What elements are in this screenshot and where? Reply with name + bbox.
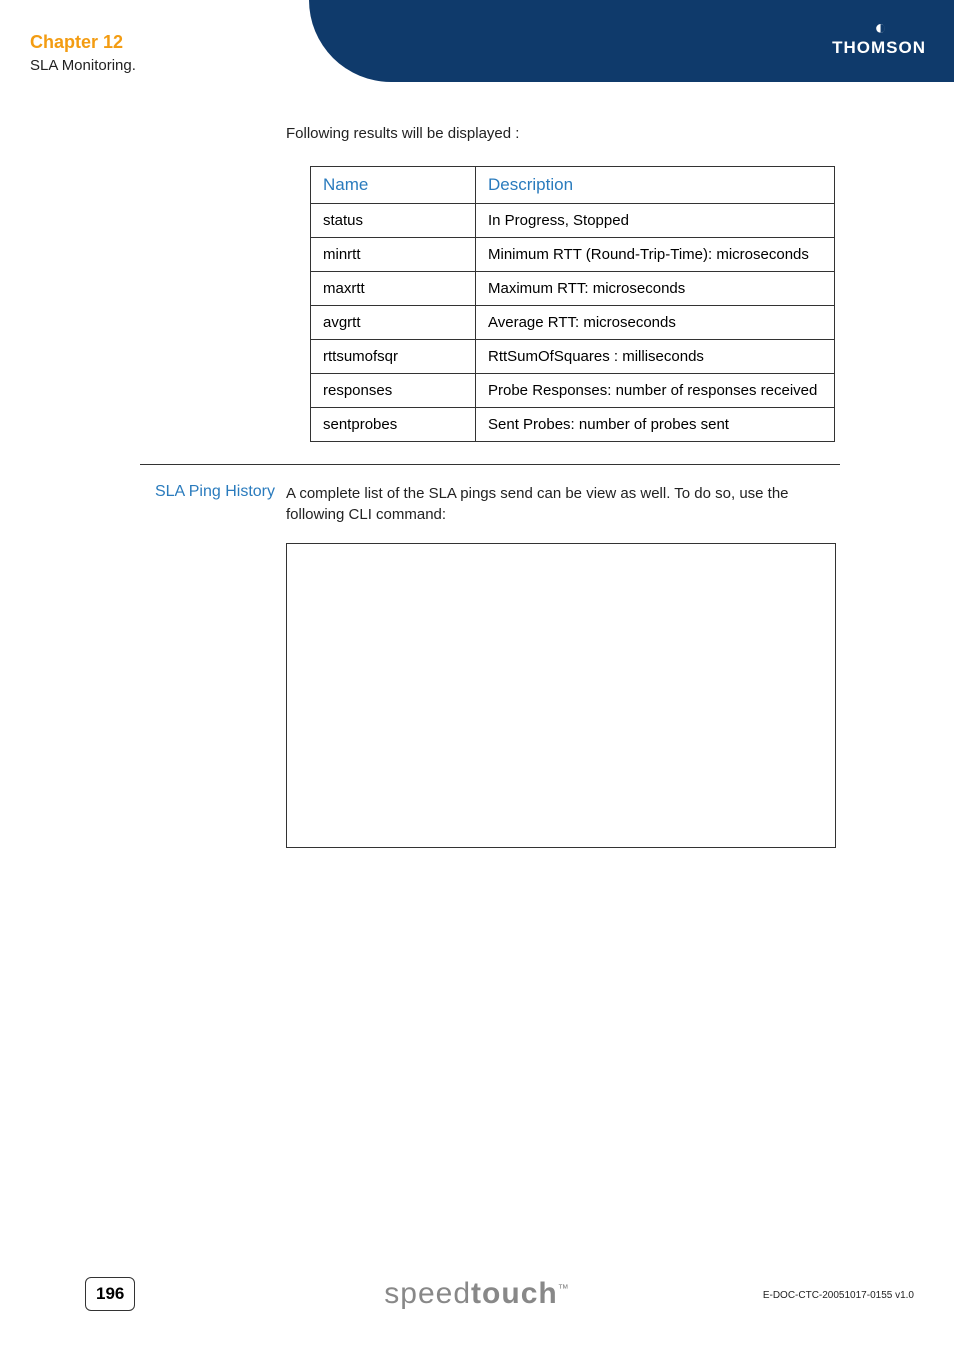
brand-text: THOMSON <box>832 38 926 58</box>
table-row: maxrtt Maximum RTT: microseconds <box>311 272 835 306</box>
cell-name: avgrtt <box>311 306 476 340</box>
section-sla-ping-history: SLA Ping History A complete list of the … <box>140 464 840 848</box>
cell-name: sentprobes <box>311 408 476 442</box>
cell-description: In Progress, Stopped <box>476 204 835 238</box>
cell-description: Probe Responses: number of responses rec… <box>476 374 835 408</box>
intro-text: Following results will be displayed : <box>286 125 920 142</box>
cell-name: rttsumofsqr <box>311 340 476 374</box>
cell-description: Maximum RTT: microseconds <box>476 272 835 306</box>
results-table: Name Description status In Progress, Sto… <box>310 166 835 442</box>
chapter-subtitle: SLA Monitoring. <box>30 57 136 74</box>
col-name: Name <box>311 167 476 204</box>
table-row: minrtt Minimum RTT (Round-Trip-Time): mi… <box>311 238 835 272</box>
brand-logo: ◐ THOMSON <box>832 18 926 58</box>
cell-name: status <box>311 204 476 238</box>
section-heading: SLA Ping History <box>140 483 275 501</box>
page-number: 196 <box>85 1277 135 1311</box>
section-body: A complete list of the SLA pings send ca… <box>286 483 840 525</box>
product-logo-light: speed <box>384 1277 471 1310</box>
page-content: Following results will be displayed : Na… <box>140 125 920 848</box>
table-header-row: Name Description <box>311 167 835 204</box>
product-logo: speedtouch™ <box>384 1277 569 1311</box>
results-table-wrap: Name Description status In Progress, Sto… <box>310 166 835 442</box>
cell-name: maxrtt <box>311 272 476 306</box>
product-logo-bold: touch <box>471 1277 558 1310</box>
cell-description: Average RTT: microseconds <box>476 306 835 340</box>
brand-icon: ◐ <box>832 18 926 38</box>
table-row: avgrtt Average RTT: microseconds <box>311 306 835 340</box>
document-id: E-DOC-CTC-20051017-0155 v1.0 <box>763 1290 914 1301</box>
table-row: rttsumofsqr RttSumOfSquares : millisecon… <box>311 340 835 374</box>
col-description: Description <box>476 167 835 204</box>
table-row: sentprobes Sent Probes: number of probes… <box>311 408 835 442</box>
table-row: responses Probe Responses: number of res… <box>311 374 835 408</box>
cell-description: Sent Probes: number of probes sent <box>476 408 835 442</box>
cell-name: responses <box>311 374 476 408</box>
cell-description: Minimum RTT (Round-Trip-Time): microseco… <box>476 238 835 272</box>
chapter-title: Chapter 12 <box>30 32 136 53</box>
trademark-symbol: ™ <box>558 1283 570 1295</box>
cell-name: minrtt <box>311 238 476 272</box>
cell-description: RttSumOfSquares : milliseconds <box>476 340 835 374</box>
table-row: status In Progress, Stopped <box>311 204 835 238</box>
cli-code-box <box>286 543 836 848</box>
header-left: Chapter 12 SLA Monitoring. <box>30 32 136 74</box>
